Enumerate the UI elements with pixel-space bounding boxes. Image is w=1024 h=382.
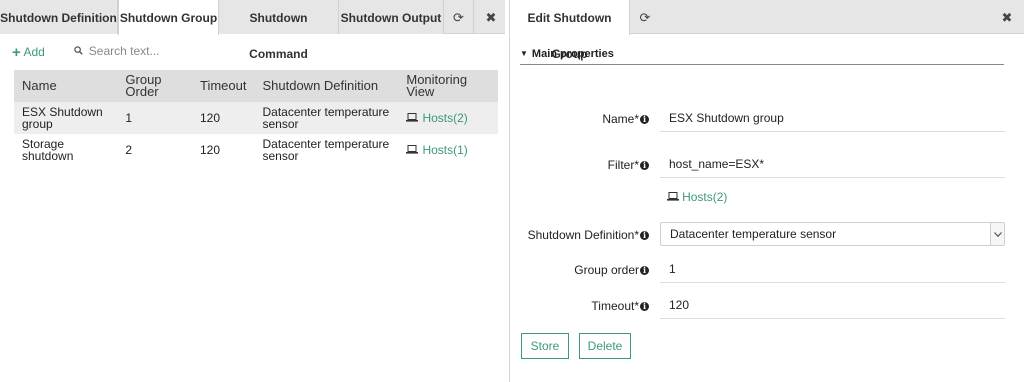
cell-shutdown-definition: Datacenter temperature sensor [262,137,390,163]
filter-field-label: Filter* i [489,158,649,172]
tab-shutdown-definition[interactable]: Shutdown Definition [0,0,118,34]
laptop-icon [406,112,421,125]
cell-timeout: 120 [200,143,221,157]
chevron-down-icon[interactable] [990,223,1004,245]
cell-name: ESX Shutdown group [14,102,118,134]
select-value: Datacenter temperature sensor [670,227,837,241]
info-icon[interactable]: i [640,115,649,124]
group-order-field[interactable]: 1 [660,259,1005,283]
cell-monitoring-view: Hosts(1) [398,134,498,166]
hosts-link-label: Hosts(1) [422,142,468,157]
timeout-field-label: Timeout* i [489,299,649,313]
definition-field-label: Shutdown Definition* i [489,228,649,242]
filter-hosts-link[interactable]: Hosts(2) [667,190,727,204]
hosts-link[interactable]: Hosts(1) [406,142,468,157]
filter-field[interactable]: host_name=ESX* [660,154,1005,178]
column-header-group-order[interactable]: Group Order [117,70,192,102]
shutdown-group-table: Name Group Order Timeout Shutdown Defini… [14,70,498,166]
search-input[interactable] [88,44,219,58]
info-icon[interactable]: i [640,266,649,275]
right-tab-bar: Edit Shutdown Group ⟳ ✖ [510,0,1024,61]
tab-shutdown-output[interactable]: Shutdown Output [339,0,444,34]
timeout-label-text: Timeout* [591,299,639,313]
info-icon[interactable]: i [640,231,649,240]
refresh-icon[interactable]: ⟳ [631,0,659,34]
cell-monitoring-view: Hosts(2) [398,102,498,134]
refresh-icon[interactable]: ⟳ [444,0,474,34]
table-row[interactable]: ESX Shutdown group 1 120 Datacenter temp… [14,102,498,134]
main-properties-section-header[interactable]: ▼ Main properties [520,48,1004,65]
tab-edit-shutdown-group[interactable]: Edit Shutdown Group [510,0,630,61]
shutdown-definition-select[interactable]: Datacenter temperature sensor [660,222,1005,246]
filter-label-text: Filter* [607,158,639,172]
delete-button[interactable]: Delete [579,333,631,359]
cell-shutdown-definition: Datacenter temperature sensor [254,102,399,134]
search-box[interactable] [74,44,234,60]
hosts-link[interactable]: Hosts(2) [406,110,468,125]
store-button[interactable]: Store [521,333,569,359]
search-icon [74,46,86,58]
section-title: Main properties [531,48,614,60]
cell-group-order: 2 [125,143,133,157]
column-header-monitoring-view[interactable]: Monitoring View [398,70,498,102]
filter-hosts-link-label: Hosts(2) [682,190,728,204]
definition-label-text: Shutdown Definition* [527,228,639,242]
laptop-icon [406,144,421,157]
column-header-timeout[interactable]: Timeout [192,70,255,102]
list-toolbar: + Add [0,40,505,62]
add-button[interactable]: + Add [12,43,45,61]
column-header-name[interactable]: Name [14,70,118,102]
tab-shutdown-command[interactable]: Shutdown Command [219,0,339,61]
info-icon[interactable]: i [640,161,649,170]
edit-shutdown-group-panel: Edit Shutdown Group ⟳ ✖ ▼ Main properties… [509,0,1024,382]
name-field-label: Name* i [489,112,649,126]
column-header-shutdown-definition[interactable]: Shutdown Definition [254,70,399,102]
hosts-link-label: Hosts(2) [422,110,468,125]
cell-name: Storage shutdown [22,137,74,163]
table-header-row: Name Group Order Timeout Shutdown Defini… [14,70,498,102]
group-order-field-label: Group order i [489,263,649,277]
group-order-label-text: Group order [574,263,639,277]
close-icon[interactable]: ✖ [476,0,506,34]
laptop-icon [667,192,682,204]
timeout-field[interactable]: 120 [660,295,1005,319]
add-button-label: Add [23,45,45,59]
name-label-text: Name* [602,112,639,126]
cell-timeout: 120 [192,102,255,134]
table-row[interactable]: Storage shutdown 2 120 Datacenter temper… [14,134,498,166]
tab-shutdown-group[interactable]: Shutdown Group [118,0,219,35]
plus-icon: + [12,44,21,61]
app-root: Shutdown Definition Shutdown Group Shutd… [0,0,1024,382]
cell-group-order: 1 [117,102,192,134]
name-field[interactable]: ESX Shutdown group [660,108,1005,132]
info-icon[interactable]: i [640,302,649,311]
close-icon[interactable]: ✖ [993,0,1021,34]
collapse-triangle-icon[interactable]: ▼ [520,49,528,58]
left-tab-bar: Shutdown Definition Shutdown Group Shutd… [0,0,506,61]
shutdown-group-list-panel: Shutdown Definition Shutdown Group Shutd… [0,0,505,382]
